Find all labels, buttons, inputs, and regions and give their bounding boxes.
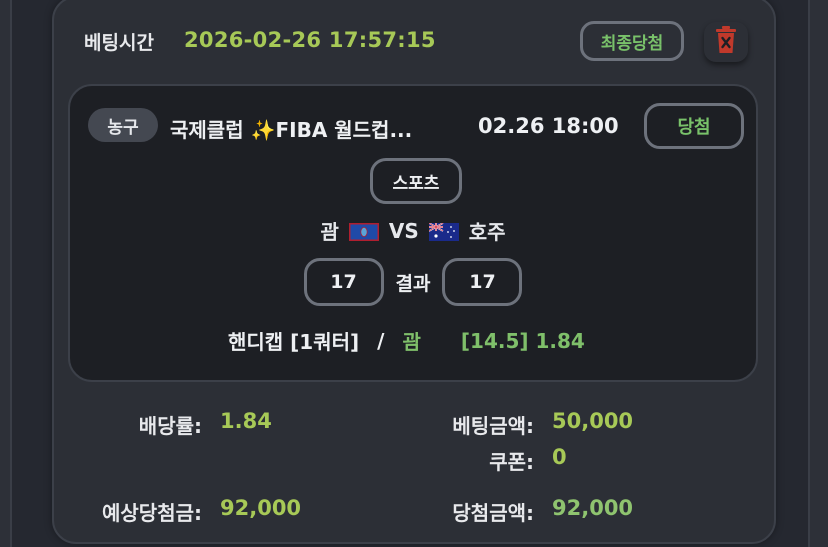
odds-label: 배당률: (138, 414, 202, 438)
game-status-button[interactable]: 당첨 (644, 103, 744, 149)
vs-label: VS (388, 218, 419, 243)
delete-bet-button[interactable] (704, 22, 748, 62)
australia-flag-icon (428, 221, 459, 241)
bet-time-label: 베팅시간 (84, 32, 154, 54)
guam-flag-icon (348, 222, 379, 241)
pick-separator: / (377, 328, 385, 353)
pick-row: 핸디캡 [1쿼터] / 괌 [14.5] 1.84 (228, 326, 585, 355)
league-name: 국제클럽 ✨FIBA 월드컵... (170, 118, 413, 142)
game-detail-panel: 농구 국제클럽 ✨FIBA 월드컵... 02.26 18:00 당첨 스포츠 … (68, 84, 758, 382)
matchup: 괌 VS 호주 (70, 216, 756, 245)
home-score: 17 (303, 258, 384, 306)
coupon-value: 0 (552, 445, 567, 469)
odds-value: 1.84 (220, 409, 272, 433)
expected-win-value: 92,000 (220, 496, 302, 520)
home-team: 괌 (320, 220, 339, 244)
sport-badge: 농구 (88, 108, 158, 142)
picked-team: 괌 (402, 330, 421, 354)
final-status-button[interactable]: 최종당첨 (580, 21, 684, 61)
expected-win-label: 예상당첨금: (102, 501, 202, 525)
coupon-label: 쿠폰: (489, 450, 534, 474)
left-panel-edge (0, 0, 12, 547)
right-panel-edge (808, 0, 828, 547)
away-score: 17 (442, 258, 523, 306)
bet-amount-value: 50,000 (552, 409, 634, 433)
category-button[interactable]: 스포츠 (370, 158, 462, 204)
market-name: 핸디캡 [1쿼터] (228, 330, 360, 354)
win-amount-label: 당첨금액: (452, 501, 534, 525)
result-label: 결과 (395, 272, 431, 295)
bet-slip-card: 베팅시간 2026-02-26 17:57:15 최종당첨 농구 국제클럽 ✨F… (52, 0, 776, 544)
bet-amount-label: 베팅금액: (452, 414, 534, 438)
game-time: 02.26 18:00 (478, 114, 619, 138)
away-team: 호주 (468, 220, 506, 244)
trash-icon (715, 26, 737, 58)
bet-time-value: 2026-02-26 17:57:15 (184, 28, 436, 52)
win-amount-value: 92,000 (552, 496, 634, 520)
line-odds: [14.5] 1.84 (460, 328, 585, 353)
score-row: 17 결과 17 (70, 258, 756, 306)
